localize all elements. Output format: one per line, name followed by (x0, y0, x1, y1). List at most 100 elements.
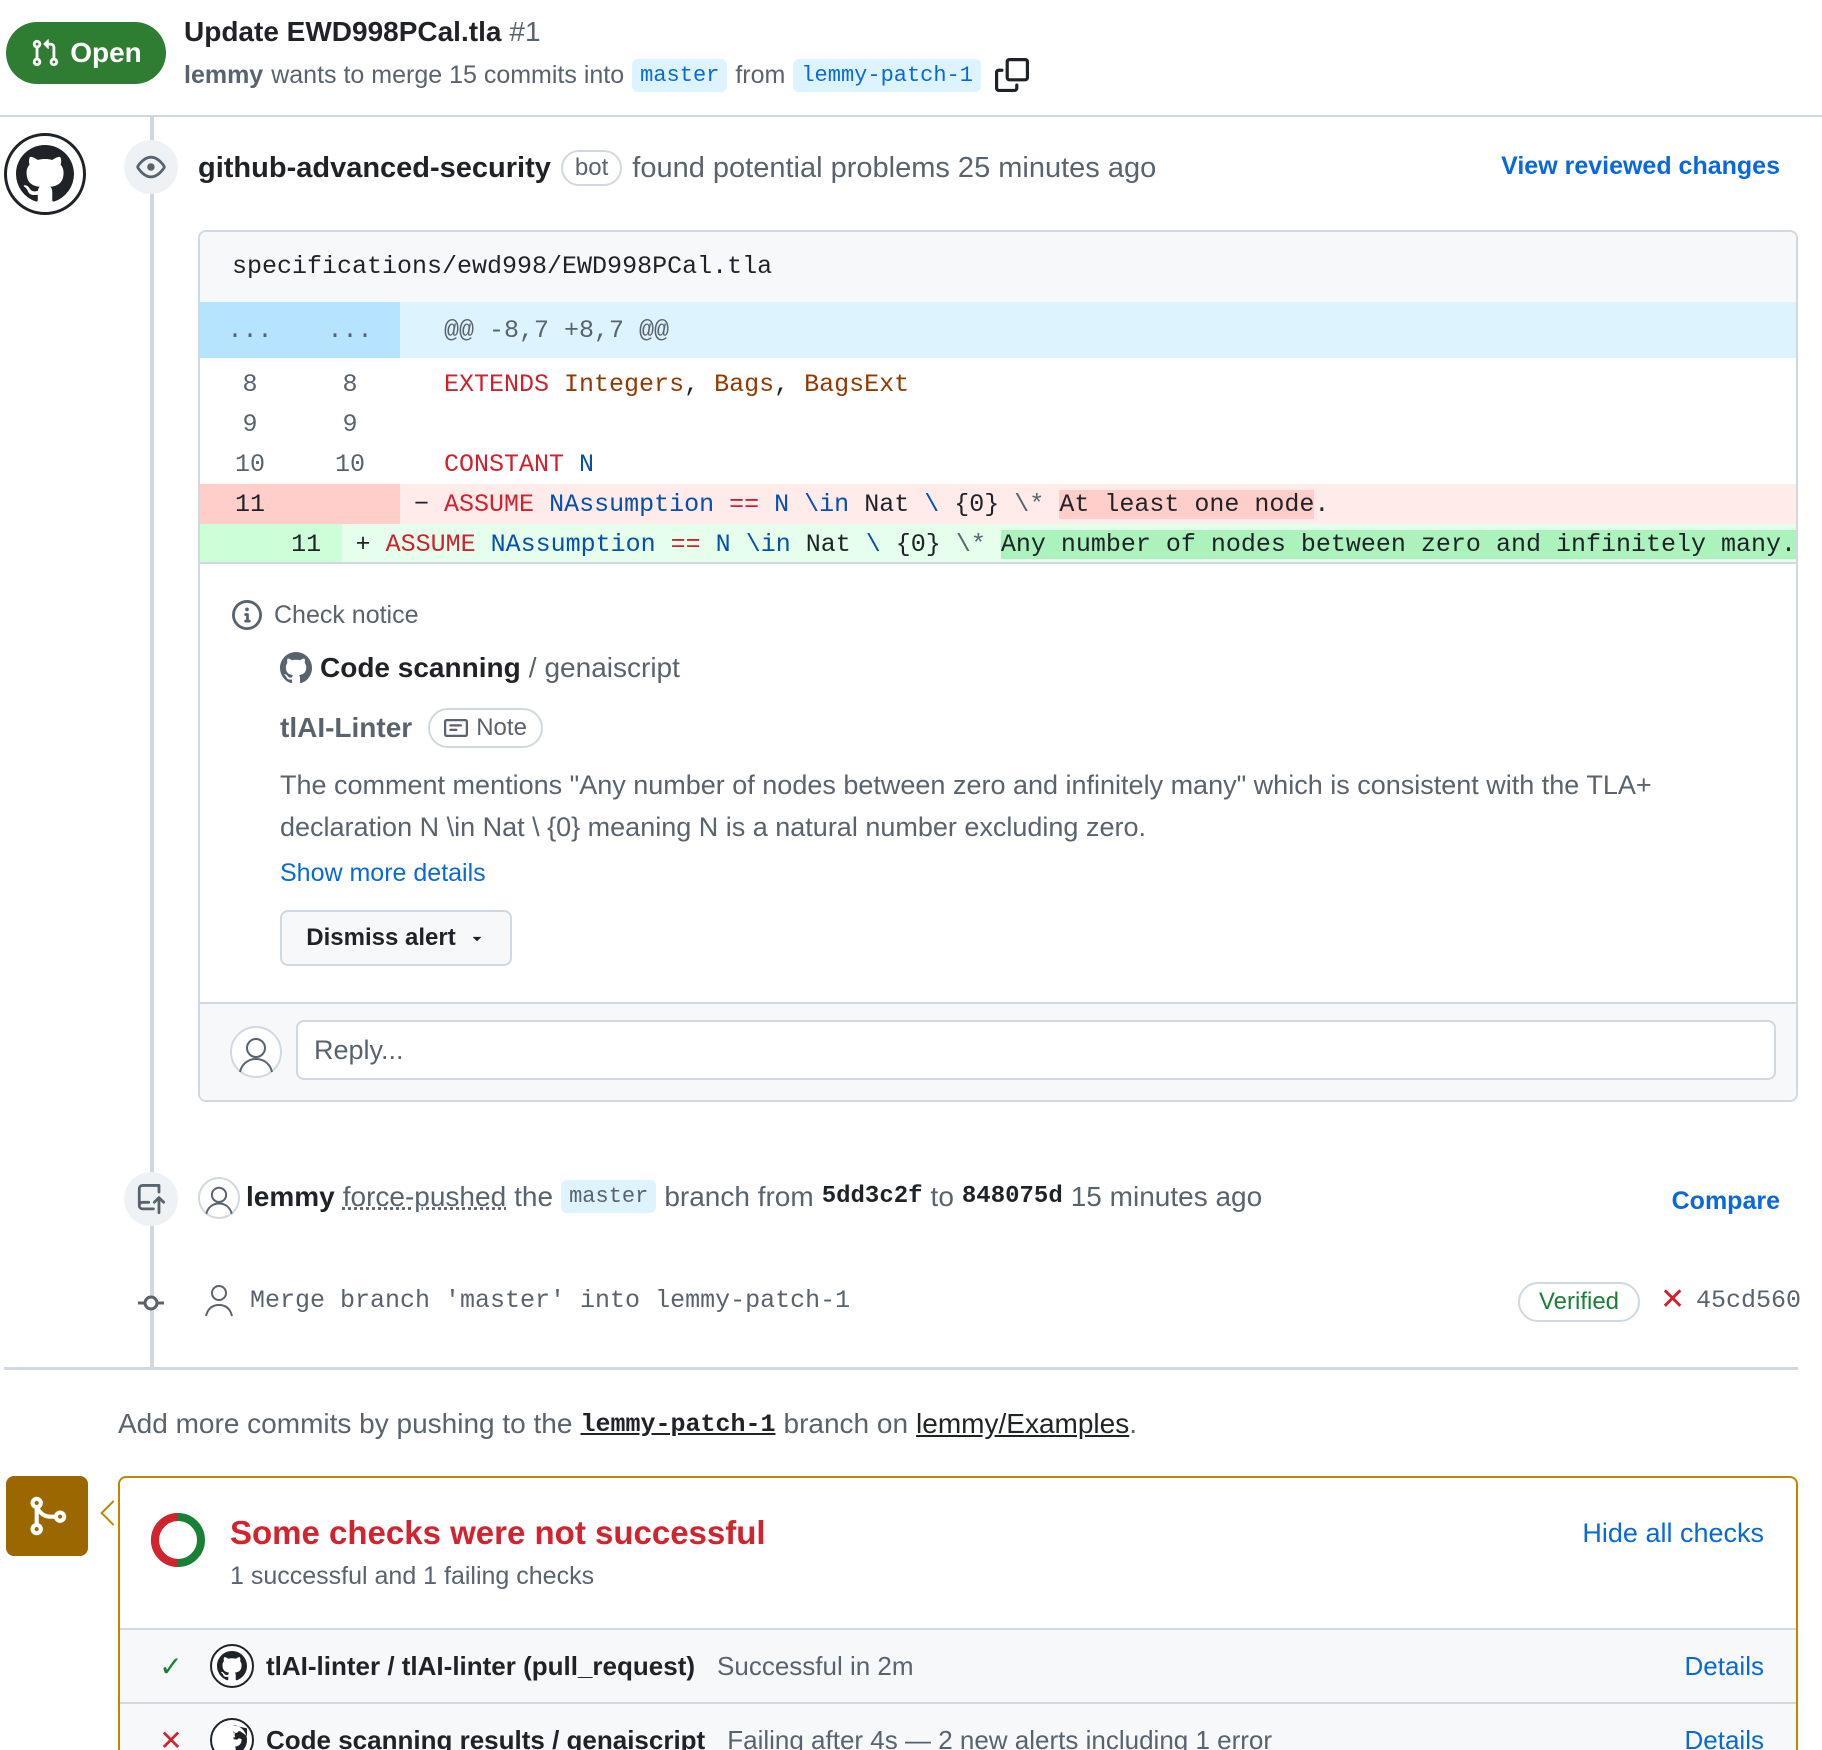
checks-summary: 1 successful and 1 failing checks (230, 1562, 594, 1591)
diff-code: CONSTANT N (400, 450, 594, 479)
hunk-header: @@ -8,7 +8,7 @@ (400, 316, 669, 345)
old-line-number[interactable]: 10 (200, 450, 300, 479)
rule-line: tlAI-Linter Note (280, 708, 543, 748)
dismiss-alert-label: Dismiss alert (306, 924, 455, 952)
severity-badge: Note (428, 708, 543, 748)
reply-input[interactable]: Reply... (296, 1020, 1776, 1080)
repo-link[interactable]: lemmy/Examples (916, 1408, 1129, 1440)
push-time: 15 minutes ago (1071, 1181, 1262, 1213)
old-line-number[interactable] (200, 524, 271, 564)
tool-separator: / (529, 652, 537, 684)
pr-state-label: Open (70, 37, 142, 69)
hunk-expand-right[interactable]: ... (300, 302, 400, 358)
commit-message-link[interactable]: Merge branch 'master' into lemmy-patch-1 (250, 1286, 850, 1315)
add-more-middle: branch on (784, 1408, 909, 1440)
head-branch-pill[interactable]: lemmy-patch-1 (793, 59, 981, 92)
check-details-link[interactable]: Details (1685, 1725, 1764, 1750)
bot-tag: bot (561, 150, 622, 186)
rule-name: tlAI-Linter (280, 712, 412, 744)
avatar[interactable] (198, 1177, 240, 1219)
review-action-text: found potential problems 25 minutes ago (632, 152, 1156, 185)
old-line-number[interactable]: 8 (200, 370, 300, 399)
review-eye-badge (124, 140, 178, 194)
pr-number: #1 (509, 16, 540, 47)
severity-label: Note (476, 714, 527, 742)
add-more-commits-hint: Add more commits by pushing to the lemmy… (118, 1408, 1137, 1440)
eye-icon (136, 152, 166, 182)
note-icon (444, 716, 468, 740)
view-reviewed-changes-link[interactable]: View reviewed changes (1501, 152, 1780, 181)
diff-row: 10 10 CONSTANT N (200, 444, 1796, 484)
new-line-number[interactable]: 10 (300, 450, 400, 479)
new-line-number[interactable] (300, 484, 400, 524)
pr-subtitle: lemmy wants to merge 15 commits into mas… (184, 58, 1029, 92)
github-mark-icon (280, 652, 312, 684)
checks-status-ring-icon (148, 1510, 208, 1570)
github-mark-icon (16, 145, 74, 203)
pr-from-text: from (735, 61, 785, 90)
diff-row-deleted: 11 − ASSUME NAssumption == N \in Nat \ {… (200, 484, 1796, 524)
new-line-number[interactable]: 8 (300, 370, 400, 399)
base-branch-pill[interactable]: master (632, 59, 727, 92)
to-sha[interactable]: 848075d (962, 1183, 1063, 1210)
from-sha[interactable]: 5dd3c2f (822, 1183, 923, 1210)
push-to: to (931, 1181, 954, 1213)
header-divider (0, 115, 1822, 117)
pr-title: Update EWD998PCal.tla #1 (184, 16, 541, 48)
pr-state-badge: Open (6, 22, 166, 84)
file-path[interactable]: specifications/ewd998/EWD998PCal.tla (232, 252, 772, 281)
force-pushed-link[interactable]: force-pushed (343, 1181, 506, 1213)
copy-icon[interactable] (995, 58, 1029, 92)
check-name: Code scanning results / genaiscript (266, 1725, 705, 1750)
diff-code: EXTENDS Integers, Bags, BagsExt (400, 370, 909, 399)
diff-code: + ASSUME NAssumption == N \in Nat \ {0} … (342, 530, 1796, 559)
github-mark-icon (217, 1725, 247, 1750)
old-line-number[interactable]: 11 (200, 484, 300, 524)
diff-row-added: 11 + ASSUME NAssumption == N \in Nat \ {… (200, 524, 1796, 564)
check-description: Failing after 4s — 2 new alerts includin… (727, 1725, 1272, 1750)
reviewer-name[interactable]: github-advanced-security (198, 152, 551, 185)
check-success-icon: ✓ (120, 1650, 192, 1683)
code-scanning-label: Code scanning (320, 652, 521, 684)
new-line-number[interactable]: 11 (271, 524, 342, 564)
user-avatar-icon[interactable] (202, 1281, 236, 1317)
reply-area: Reply... (200, 1002, 1796, 1102)
add-more-suffix: . (1129, 1408, 1137, 1440)
timeline-end-divider (4, 1367, 1798, 1370)
user-avatar-icon (200, 1179, 238, 1217)
commit-failure-icon[interactable]: ✕ (1660, 1282, 1685, 1317)
git-merge-icon (25, 1494, 69, 1538)
old-line-number[interactable]: 9 (200, 410, 300, 439)
force-push-event: lemmy force-pushed the master branch fro… (246, 1180, 1262, 1213)
pr-merge-text: wants to merge 15 commits into (271, 61, 624, 90)
compare-link[interactable]: Compare (1672, 1187, 1780, 1216)
push-author[interactable]: lemmy (246, 1181, 335, 1213)
check-details-link[interactable]: Details (1685, 1651, 1764, 1682)
verified-badge[interactable]: Verified (1518, 1282, 1640, 1322)
check-description: Successful in 2m (717, 1651, 914, 1682)
pr-author-link[interactable]: lemmy (184, 61, 263, 90)
diff-code: − ASSUME NAssumption == N \in Nat \ {0} … (400, 490, 1329, 519)
new-line-number[interactable]: 9 (300, 410, 400, 439)
git-pull-request-icon (30, 38, 60, 68)
notice-heading: Check notice (232, 600, 419, 630)
push-the: the (514, 1181, 553, 1213)
head-branch-link[interactable]: lemmy-patch-1 (580, 1410, 775, 1439)
tool-name: genaiscript (544, 652, 679, 684)
commit-sha-link[interactable]: 45cd560 (1696, 1286, 1801, 1315)
diff-row: 8 8 EXTENDS Integers, Bags, BagsExt (200, 364, 1796, 404)
show-more-details-link[interactable]: Show more details (280, 859, 486, 888)
diff-hunk-row: ... ... @@ -8,7 +8,7 @@ (200, 302, 1796, 358)
dismiss-alert-button[interactable]: Dismiss alert (280, 910, 512, 966)
bot-avatar[interactable] (4, 133, 86, 215)
push-branch-pill[interactable]: master (561, 1180, 656, 1213)
check-app-avatar (210, 1718, 254, 1750)
hunk-expand-left[interactable]: ... (200, 302, 300, 358)
checks-card: Some checks were not successful 1 succes… (118, 1476, 1798, 1750)
info-icon (232, 600, 262, 630)
check-notice: Check notice Code scanning / genaiscript… (200, 562, 1796, 1002)
check-row: ✓ tlAI-linter / tlAI-linter (pull_reques… (120, 1628, 1796, 1702)
hide-all-checks-link[interactable]: Hide all checks (1582, 1518, 1764, 1549)
notice-heading-text: Check notice (274, 601, 419, 630)
triangle-down-icon (468, 929, 486, 947)
